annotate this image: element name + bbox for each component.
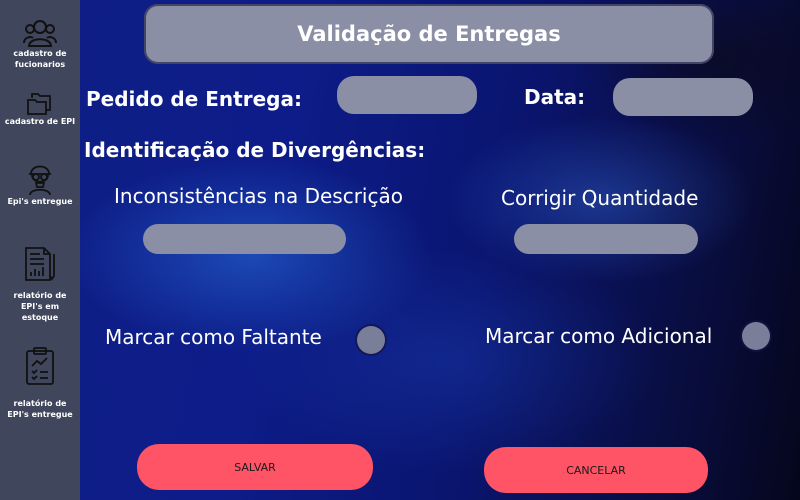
divergence-heading: Identificação de Divergências: (84, 138, 426, 162)
order-input[interactable] (337, 76, 477, 114)
clipboard-chart-icon (26, 347, 54, 385)
order-label: Pedido de Entrega: (86, 87, 302, 111)
sidebar-item-cadastro-funcionarios[interactable]: cadastro de fucionarios (0, 18, 80, 70)
sidebar-item-relatorio-estoque[interactable]: relatório de EPI's em estoque (0, 246, 80, 323)
sidebar-item-cadastro-epi[interactable]: cadastro de EPI (0, 92, 80, 127)
folders-icon (27, 93, 51, 115)
page-title: Validação de Entregas (297, 22, 561, 46)
report-chart-icon (25, 247, 55, 281)
sidebar-item-epis-entregue[interactable]: Epi's entregue (0, 160, 80, 207)
missing-radio[interactable] (357, 326, 385, 354)
additional-label: Marcar como Adicional (485, 324, 713, 348)
date-label: Data: (524, 85, 586, 109)
sidebar-item-label: cadastro de EPI (4, 117, 76, 126)
page-title-bar: Validação de Entregas (144, 4, 714, 64)
cancel-button[interactable]: CANCELAR (484, 447, 708, 493)
quantity-input[interactable] (514, 224, 698, 254)
sidebar-item-label: cadastro de fucionarios (13, 49, 67, 69)
quantity-label: Corrigir Quantidade (501, 186, 699, 210)
missing-label: Marcar como Faltante (105, 325, 322, 349)
sidebar-item-label: Epi's entregue (7, 197, 73, 206)
description-label: Inconsistências na Descrição (114, 184, 403, 208)
sidebar-item-label: relatório de EPI's em estoque (13, 291, 67, 322)
save-button[interactable]: SALVAR (137, 444, 373, 490)
sidebar-item-relatorio-entregue[interactable]: relatório de EPI's entregue (0, 346, 80, 420)
description-input[interactable] (143, 224, 346, 254)
date-input[interactable] (613, 78, 753, 116)
users-group-icon (23, 20, 57, 47)
sidebar-item-label: relatório de EPI's entregue (7, 399, 73, 419)
additional-radio[interactable] (742, 322, 770, 350)
worker-mask-icon (29, 165, 51, 196)
sidebar: cadastro de fucionarios cadastro de EPI … (0, 0, 80, 500)
